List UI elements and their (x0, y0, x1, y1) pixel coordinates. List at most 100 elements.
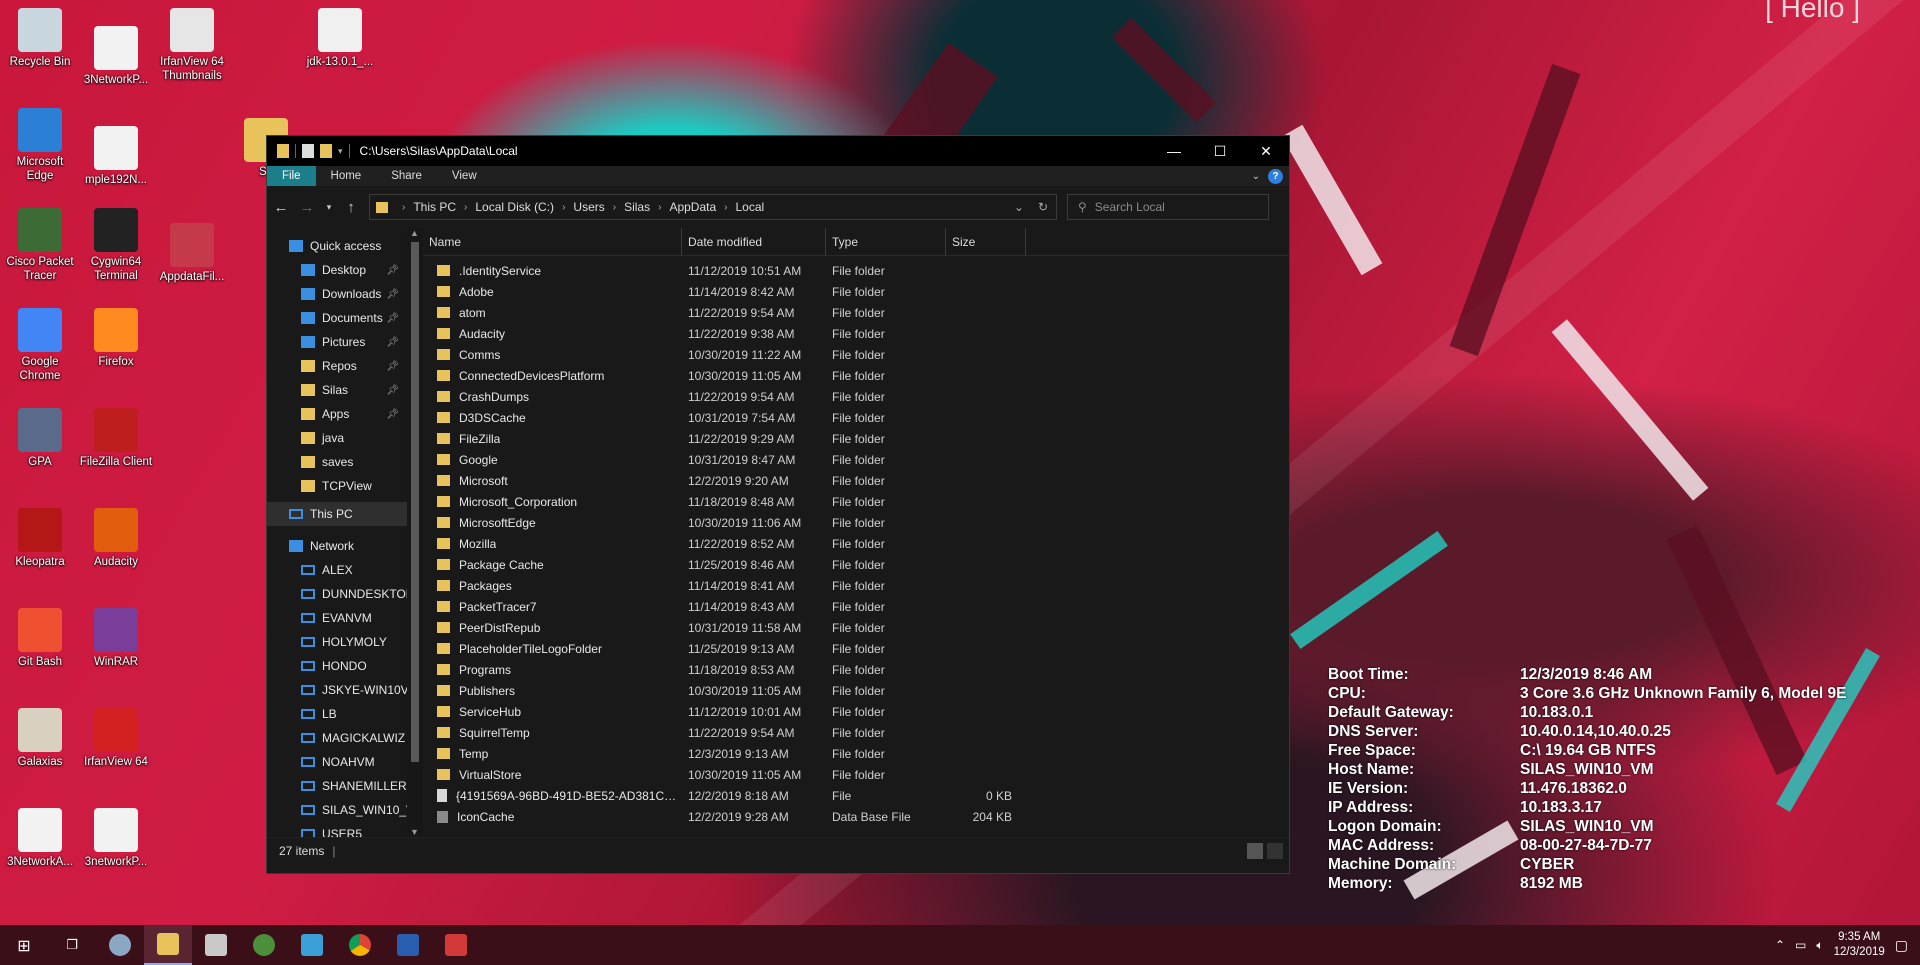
table-row[interactable]: Mozilla 11/22/2019 8:52 AM File folder (423, 533, 1289, 554)
maximize-button[interactable]: ☐ (1197, 136, 1243, 166)
nav-pane-scrollbar[interactable]: ▲ ▼ (407, 228, 423, 837)
recent-locations-icon[interactable]: ▾ (325, 202, 333, 213)
desktop-icon-12[interactable]: GPA (2, 408, 78, 469)
desktop-icon-13[interactable]: FileZilla Client (78, 408, 154, 469)
back-button[interactable]: ← (273, 199, 289, 216)
taskbar-app-tool[interactable] (432, 925, 480, 965)
table-row[interactable]: Comms 10/30/2019 11:22 AM File folder (423, 344, 1289, 365)
table-row[interactable]: Audacity 11/22/2019 9:38 AM File folder (423, 323, 1289, 344)
nav-item[interactable]: This PC (267, 502, 407, 526)
table-row[interactable]: Package Cache 11/25/2019 8:46 AM File fold… (423, 554, 1289, 575)
network-icon[interactable]: ▭ (1795, 938, 1806, 952)
table-row[interactable]: MicrosoftEdge 10/30/2019 11:06 AM File fol… (423, 512, 1289, 533)
close-button[interactable]: ✕ (1243, 136, 1289, 166)
breadcrumb-separator[interactable]: › (613, 202, 616, 213)
nav-item[interactable]: Apps 📌︎ (267, 402, 407, 426)
table-row[interactable]: Google 10/31/2019 8:47 AM File folder (423, 449, 1289, 470)
help-icon[interactable]: ? (1268, 168, 1283, 184)
table-row[interactable]: Microsoft 12/2/2019 9:20 AM File folder (423, 470, 1289, 491)
nav-item[interactable]: USER5 (267, 822, 407, 837)
desktop-icon-5[interactable]: mple192N... (78, 126, 154, 187)
file-explorer-window[interactable]: ▾ C:\Users\Silas\AppData\Local — ☐ ✕ Fil… (266, 135, 1290, 874)
desktop-icon-18[interactable]: Galaxias (2, 708, 78, 769)
refresh-icon[interactable]: ↻ (1038, 200, 1048, 214)
taskbar-app-cisco[interactable] (96, 925, 144, 965)
nav-item[interactable]: Pictures 📌︎ (267, 330, 407, 354)
nav-item[interactable]: SHANEMILLER (267, 774, 407, 798)
large-icons-view-icon[interactable] (1267, 842, 1283, 859)
breadcrumb-item[interactable]: This PC (413, 200, 456, 214)
task-view-button[interactable]: ❐ (48, 925, 96, 965)
search-box[interactable]: ⚲ (1067, 194, 1269, 220)
table-row[interactable]: Publishers 10/30/2019 11:05 AM File folder (423, 680, 1289, 701)
table-row[interactable]: Adobe 11/14/2019 8:42 AM File folder (423, 281, 1289, 302)
table-row[interactable]: {4191569A-96BD-491D-BE52-AD381CDFB... 12/… (423, 785, 1289, 806)
table-row[interactable]: PeerDistRepub 10/31/2019 11:58 AM File fol… (423, 617, 1289, 638)
desktop-icon-21[interactable]: 3networkP... (78, 808, 154, 869)
new-folder-icon[interactable] (320, 144, 332, 158)
breadcrumb-separator[interactable]: › (464, 202, 467, 213)
desktop-icon-16[interactable]: Git Bash (2, 608, 78, 669)
desktop-icon-3[interactable]: jdk-13.0.1_... (302, 8, 378, 69)
tab-file[interactable]: File (267, 166, 316, 186)
table-row[interactable]: PlaceholderTileLogoFolder 11/25/2019 9:13… (423, 638, 1289, 659)
scroll-down-arrow[interactable]: ▼ (410, 827, 419, 837)
breadcrumb-item[interactable]: Local Disk (C:) (475, 200, 554, 214)
table-row[interactable]: IconCache 12/2/2019 9:28 AM Data Base File… (423, 806, 1289, 827)
nav-item[interactable]: Repos 📌︎ (267, 354, 407, 378)
table-row[interactable]: ServiceHub 11/12/2019 10:01 AM File folder (423, 701, 1289, 722)
table-row[interactable]: SquirrelTemp 11/22/2019 9:54 AM File folde… (423, 722, 1289, 743)
taskbar-app-powershell[interactable] (384, 925, 432, 965)
nav-item[interactable]: Quick access (267, 234, 407, 258)
column-name[interactable]: Name (423, 227, 682, 256)
tab-share[interactable]: Share (376, 166, 437, 186)
desktop-icon-4[interactable]: Microsoft Edge (2, 108, 78, 183)
nav-item[interactable]: MAGICKALWIZ (267, 726, 407, 750)
search-input[interactable] (1094, 200, 1245, 214)
desktop-icon-17[interactable]: WinRAR (78, 608, 154, 669)
minimize-button[interactable]: — (1151, 136, 1197, 166)
nav-item[interactable]: JSKYE-WIN10VM (267, 678, 407, 702)
desktop-icon-9[interactable]: AppdataFil... (154, 223, 230, 284)
breadcrumb-item[interactable]: Users (573, 200, 604, 214)
column-size[interactable]: Size (946, 227, 1026, 256)
nav-item[interactable]: HOLYMOLY (267, 630, 407, 654)
nav-item[interactable]: DUNNDESKTOP (267, 582, 407, 606)
breadcrumb-separator[interactable]: › (724, 202, 727, 213)
nav-item[interactable]: SILAS_WIN10_VM (267, 798, 407, 822)
nav-item[interactable]: saves (267, 450, 407, 474)
table-row[interactable]: D3DSCache 10/31/2019 7:54 AM File folder (423, 407, 1289, 428)
taskbar-app-virtualbox[interactable] (192, 925, 240, 965)
scrollbar-thumb[interactable] (411, 242, 419, 762)
taskbar-app-remote-desktop[interactable] (288, 925, 336, 965)
nav-item[interactable]: java (267, 426, 407, 450)
desktop-icon-19[interactable]: IrfanView 64 (78, 708, 154, 769)
taskbar-app-file-explorer[interactable] (144, 925, 192, 965)
scroll-up-arrow[interactable]: ▲ (410, 228, 419, 238)
up-button[interactable]: ↑ (343, 199, 359, 216)
column-date-modified[interactable]: Date modified (682, 227, 826, 256)
volume-icon[interactable]: 🔈︎ (1816, 938, 1823, 953)
nav-item[interactable]: Downloads 📌︎ (267, 282, 407, 306)
chevron-down-icon[interactable]: ▾ (338, 146, 343, 157)
clock[interactable]: 9:35 AM 12/3/2019 (1834, 930, 1885, 960)
breadcrumb-item[interactable]: Local (736, 200, 765, 214)
breadcrumb-separator[interactable]: › (658, 202, 661, 213)
notifications-icon[interactable]: ▢ (1895, 937, 1908, 954)
column-type[interactable]: Type (826, 227, 946, 256)
nav-item[interactable]: HONDO (267, 654, 407, 678)
table-row[interactable]: atom 11/22/2019 9:54 AM File folder (423, 302, 1289, 323)
expand-ribbon-icon[interactable]: ⌄ (1252, 171, 1260, 182)
tab-home[interactable]: Home (316, 166, 377, 186)
table-row[interactable]: Microsoft_Corporation 11/18/2019 8:48 AM F… (423, 491, 1289, 512)
nav-item[interactable]: ALEX (267, 558, 407, 582)
desktop-icon-0[interactable]: Recycle Bin (2, 8, 78, 69)
address-history-icon[interactable]: ⌄ (1014, 200, 1024, 214)
nav-item[interactable]: LB (267, 702, 407, 726)
nav-item[interactable]: Documents 📌︎ (267, 306, 407, 330)
nav-item[interactable]: Desktop 📌︎ (267, 258, 407, 282)
forward-button[interactable]: → (299, 199, 315, 216)
taskbar-app-chrome[interactable] (336, 925, 384, 965)
desktop-icon-10[interactable]: Google Chrome (2, 308, 78, 383)
nav-item[interactable]: NOAHVM (267, 750, 407, 774)
